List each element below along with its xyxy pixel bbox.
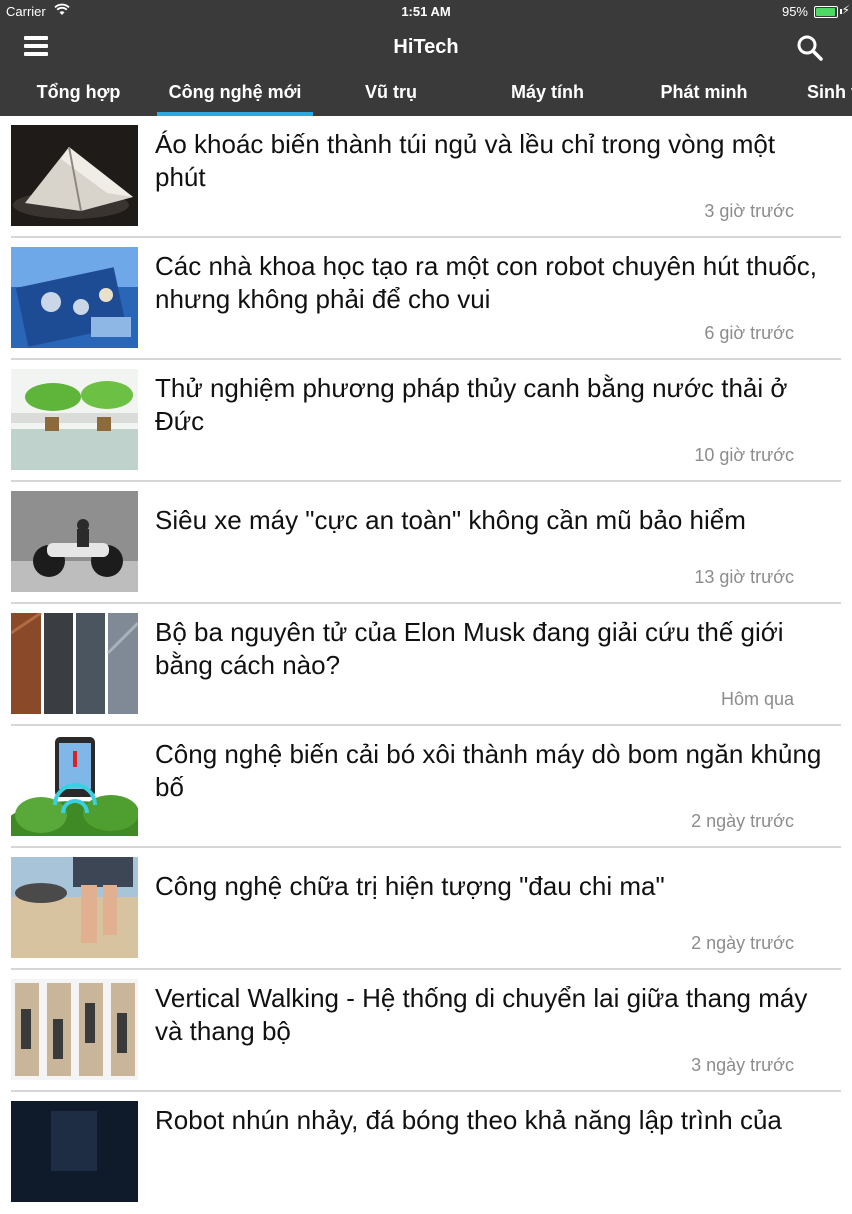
tab-sinh-vat[interactable]: Sinh v [782, 70, 852, 116]
list-item[interactable]: Công nghệ chữa trị hiện tượng "đau chi m… [0, 848, 852, 970]
article-thumbnail [11, 247, 138, 348]
article-timestamp: 13 giờ trước [694, 567, 794, 587]
tab-label: Vũ trụ [365, 82, 417, 102]
list-item[interactable]: Siêu xe máy "cực an toàn" không cần mũ b… [0, 482, 852, 604]
article-timestamp: Hôm qua [720, 689, 794, 709]
article-timestamp: 3 ngày trước [691, 1055, 794, 1075]
clock: 1:51 AM [401, 4, 451, 19]
list-item[interactable]: Bộ ba nguyên tử của Elon Musk đang giải … [0, 604, 852, 726]
article-timestamp: 10 giờ trước [694, 445, 794, 465]
article-thumbnail [11, 125, 138, 226]
article-title: Robot nhún nhảy, đá bóng theo khả năng l… [155, 1105, 782, 1135]
article-thumbnail [11, 491, 138, 592]
article-title: Thử nghiệm phương pháp thủy canh bằng nư… [155, 373, 788, 436]
article-timestamp: 6 giờ trước [704, 323, 794, 343]
article-thumbnail [11, 613, 138, 714]
article-thumbnail [11, 857, 138, 958]
list-item[interactable]: Áo khoác biến thành túi ngủ và lều chỉ t… [0, 116, 852, 238]
article-timestamp: 3 giờ trước [704, 201, 794, 221]
article-timestamp: 2 ngày trước [691, 933, 794, 953]
category-tabs: Tổng hợp Công nghệ mới Vũ trụ Máy tính P… [0, 70, 852, 116]
article-title: Vertical Walking - Hệ thống di chuyển la… [155, 983, 808, 1046]
battery-percent: 95% [781, 4, 808, 19]
article-title: Siêu xe máy "cực an toàn" không cần mũ b… [155, 505, 746, 535]
article-thumbnail [11, 1101, 138, 1202]
list-item[interactable]: Vertical Walking - Hệ thống di chuyển la… [0, 970, 852, 1092]
tab-may-tinh[interactable]: Máy tính [469, 70, 626, 116]
tab-tong-hop[interactable]: Tổng hợp [0, 70, 157, 116]
search-icon[interactable] [796, 34, 824, 62]
tab-cong-nghe-moi[interactable]: Công nghệ mới [157, 70, 313, 116]
article-thumbnail [11, 369, 138, 470]
tab-label: Phát minh [660, 82, 748, 102]
article-title: Các nhà khoa học tạo ra một con robot ch… [155, 251, 817, 314]
app-title: HiTech [393, 36, 459, 58]
list-item[interactable]: Các nhà khoa học tạo ra một con robot ch… [0, 238, 852, 360]
article-timestamp: 2 ngày trước [691, 811, 794, 831]
article-title: Áo khoác biến thành túi ngủ và lều chỉ t… [155, 129, 776, 192]
list-item[interactable]: Robot nhún nhảy, đá bóng theo khả năng l… [0, 1092, 852, 1214]
tab-label: Sinh v [807, 82, 852, 102]
tab-vu-tru[interactable]: Vũ trụ [313, 70, 469, 116]
navigation-bar: HiTech [0, 24, 852, 70]
article-title: Công nghệ biến cải bó xôi thành máy dò b… [155, 739, 822, 802]
list-item[interactable]: Công nghệ biến cải bó xôi thành máy dò b… [0, 726, 852, 848]
tab-label: Máy tính [510, 82, 584, 102]
status-bar: Carrier 1:51 AM 95% ⚡ [0, 0, 852, 24]
article-thumbnail [11, 979, 138, 1080]
tab-label: Tổng hợp [36, 82, 121, 102]
tab-label: Công nghệ mới [168, 82, 302, 102]
article-thumbnail [11, 735, 138, 836]
charging-icon: ⚡ [841, 3, 850, 17]
article-title: Bộ ba nguyên tử của Elon Musk đang giải … [155, 617, 784, 680]
tab-phat-minh[interactable]: Phát minh [626, 70, 782, 116]
article-title: Công nghệ chữa trị hiện tượng "đau chi m… [155, 871, 665, 901]
list-item[interactable]: Thử nghiệm phương pháp thủy canh bằng nư… [0, 360, 852, 482]
article-list: Áo khoác biến thành túi ngủ và lều chỉ t… [0, 116, 852, 1214]
battery-icon [814, 6, 838, 18]
